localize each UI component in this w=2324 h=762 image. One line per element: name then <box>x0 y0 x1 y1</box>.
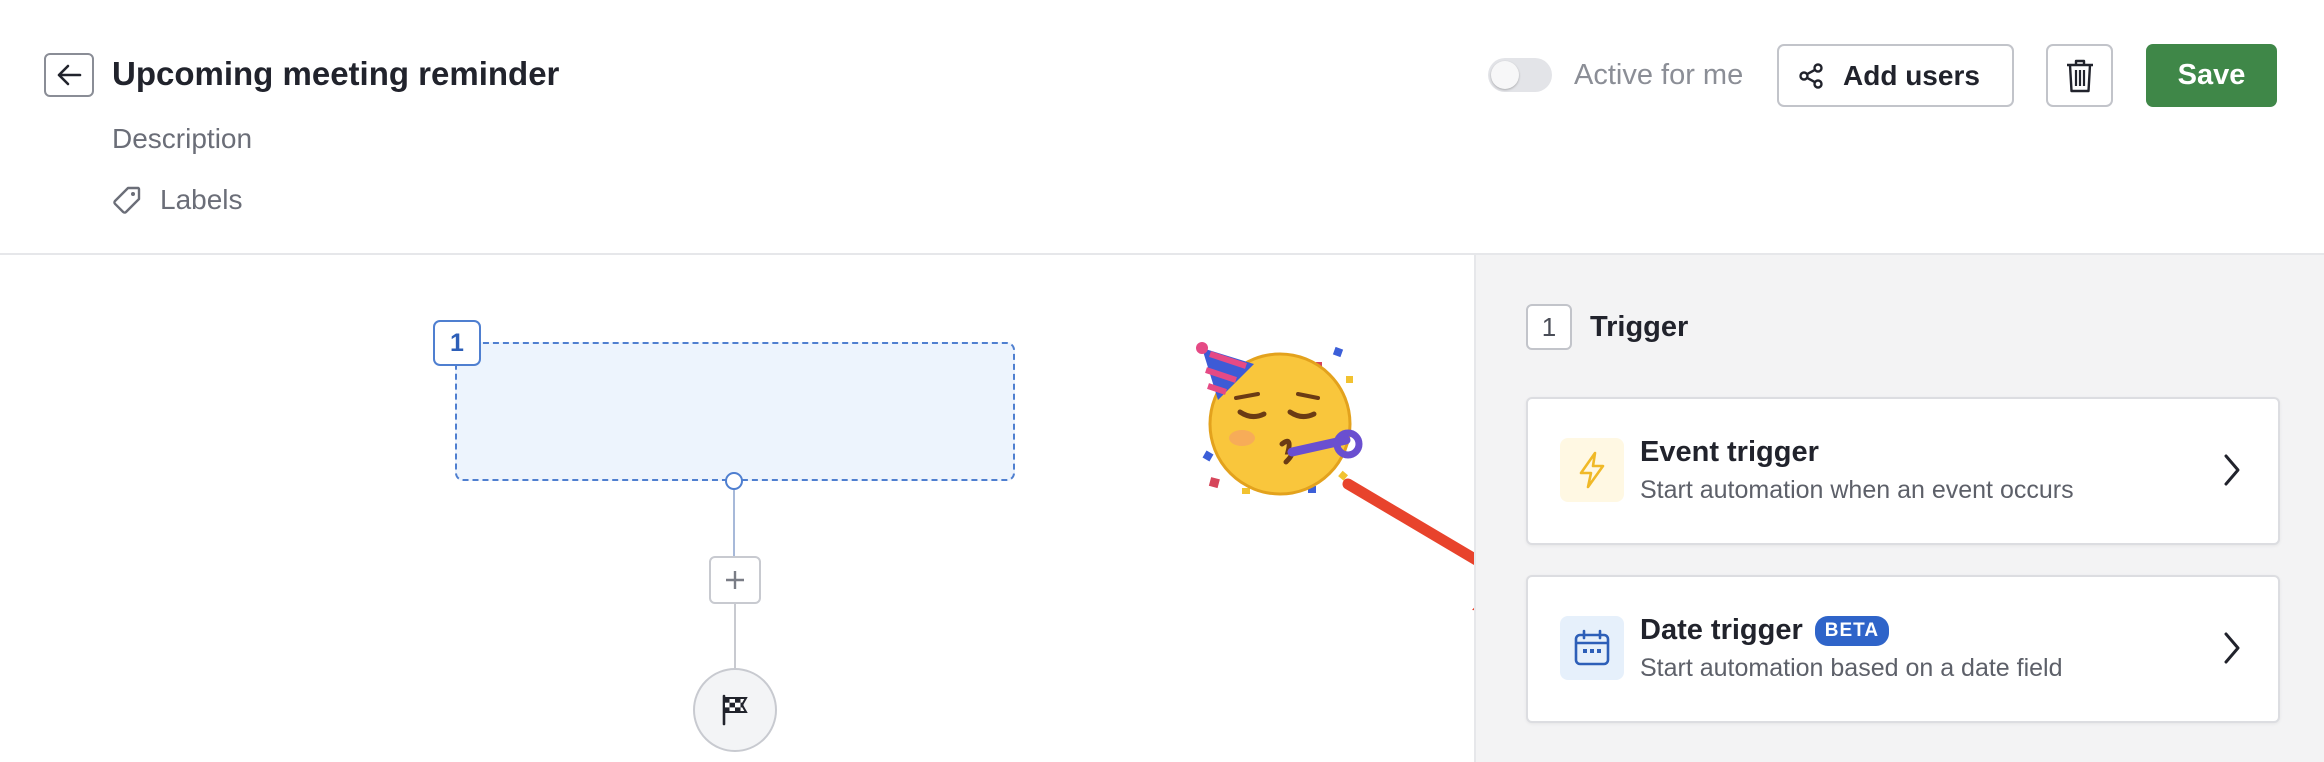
date-trigger-subtitle: Start automation based on a date field <box>1640 654 2063 682</box>
beta-badge: BETA <box>1814 615 1890 646</box>
save-button[interactable]: Save <box>2146 44 2277 107</box>
trigger-step-placeholder[interactable] <box>455 342 1015 481</box>
date-trigger-title-text: Date trigger <box>1640 614 1803 646</box>
active-toggle[interactable] <box>1488 58 1552 92</box>
back-button[interactable] <box>44 53 94 97</box>
description-field[interactable]: Description <box>112 121 252 157</box>
chevron-right-icon <box>2224 454 2240 486</box>
delete-button[interactable] <box>2046 44 2113 107</box>
add-step-button[interactable] <box>709 556 761 604</box>
toggle-knob <box>1491 61 1519 89</box>
plus-icon <box>726 571 744 589</box>
tag-icon <box>113 186 141 214</box>
share-icon <box>1799 62 1823 89</box>
connector-line <box>733 488 735 556</box>
end-node <box>693 668 777 752</box>
add-users-button[interactable]: Add users <box>1777 44 2014 107</box>
add-users-label: Add users <box>1843 59 1980 91</box>
labels-button[interactable]: Labels <box>112 184 243 216</box>
automation-title[interactable]: Upcoming meeting reminder <box>112 52 559 96</box>
event-trigger-option[interactable]: Event trigger Start automation when an e… <box>1526 397 2280 545</box>
step-number-badge: 1 <box>433 320 481 366</box>
connector-line-bottom <box>734 604 736 668</box>
panel-header: 1 Trigger <box>1526 304 1688 350</box>
arrow-left-icon <box>57 64 82 86</box>
trash-icon <box>2066 59 2093 92</box>
automation-header: Upcoming meeting reminder Description La… <box>0 0 2324 255</box>
panel-title: Trigger <box>1590 310 1689 343</box>
active-toggle-label: Active for me <box>1574 58 1744 91</box>
active-for-me-toggle-group: Active for me <box>1488 58 1743 92</box>
lightning-icon <box>1579 451 1605 489</box>
chevron-right-icon <box>2224 632 2240 664</box>
date-trigger-icon-tile <box>1560 616 1624 680</box>
panel-step-number: 1 <box>1526 304 1572 350</box>
event-trigger-subtitle: Start automation when an event occurs <box>1640 476 2074 504</box>
connector-handle[interactable] <box>725 472 743 490</box>
date-trigger-title: Date trigger BETA <box>1640 614 1890 647</box>
event-trigger-title: Event trigger <box>1640 436 1819 468</box>
checkered-flag-icon <box>722 694 748 726</box>
date-trigger-option[interactable]: Date trigger BETA Start automation based… <box>1526 575 2280 723</box>
calendar-icon <box>1574 629 1610 666</box>
trigger-panel: 1 Trigger Event trigger Start automation… <box>1474 255 2324 762</box>
labels-label: Labels <box>160 184 243 215</box>
event-trigger-icon-tile <box>1560 438 1624 502</box>
